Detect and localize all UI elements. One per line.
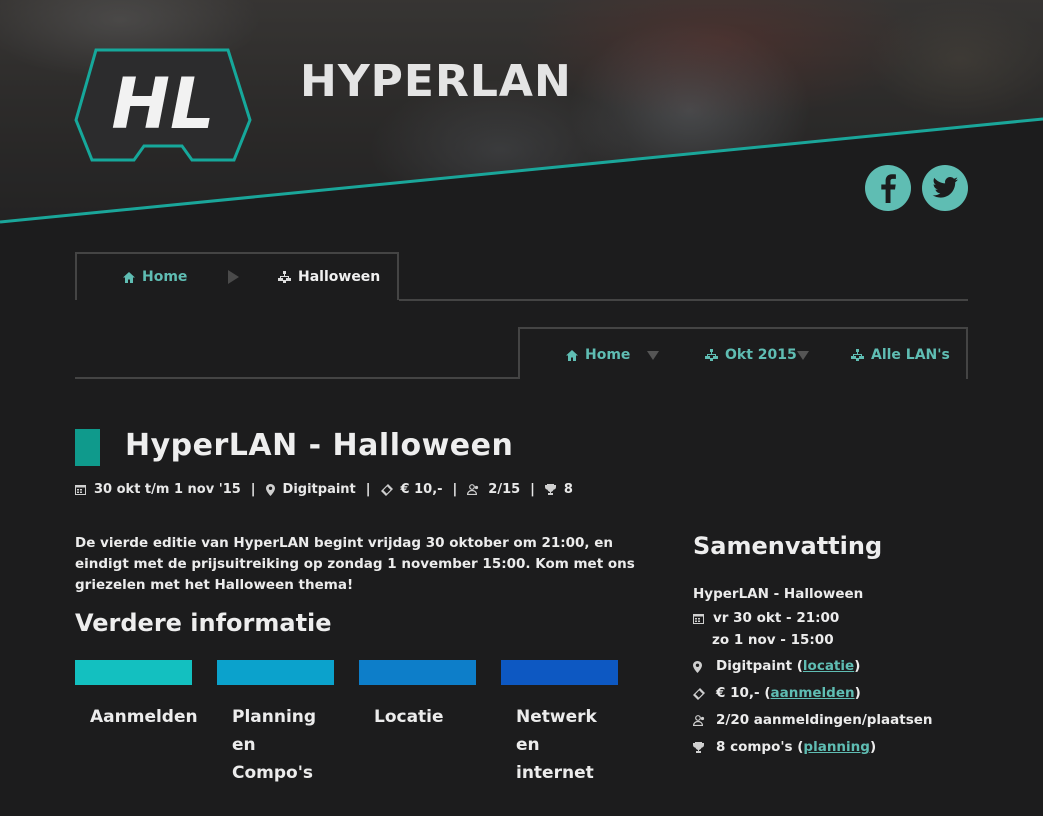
tile-color-bar [217, 660, 334, 685]
summary-heading: Samenvatting [693, 532, 883, 560]
nav-all-lans[interactable]: Alle LAN's [851, 347, 950, 363]
nav-underline [75, 377, 519, 379]
nav-month[interactable]: Okt 2015 [705, 347, 797, 363]
calendar-icon [693, 614, 704, 624]
svg-text:HL: HL [111, 63, 214, 145]
hl-logo[interactable]: HL [74, 48, 252, 164]
calendar-icon [75, 485, 86, 495]
nav-home[interactable]: Home [566, 347, 630, 363]
chevron-down-icon[interactable] [797, 351, 809, 360]
trophy-icon [693, 742, 704, 753]
facebook-icon[interactable] [865, 165, 911, 211]
sitemap-icon [278, 271, 291, 283]
event-attendees: 2/15 [488, 482, 521, 497]
tile-locatie[interactable]: Locatie [359, 660, 476, 731]
event-compos: 8 [563, 482, 573, 497]
event-dates: 30 okt t/m 1 nov '15 [94, 482, 241, 497]
tile-planning[interactable]: Planning en Compo's [217, 660, 334, 787]
sitemap-icon [705, 349, 718, 361]
ticket-icon [380, 483, 393, 496]
ticket-icon [693, 688, 705, 700]
register-link[interactable]: aanmelden [771, 685, 855, 701]
breadcrumb-current: Halloween [278, 269, 380, 285]
breadcrumb-separator-icon [228, 270, 239, 284]
tile-aanmelden[interactable]: Aanmelden [75, 660, 198, 731]
tile-netwerk[interactable]: Netwerk en internet [501, 660, 618, 787]
twitter-icon[interactable] [922, 165, 968, 211]
event-description: De vierde editie van HyperLAN begint vri… [75, 535, 635, 593]
page-title: HyperLAN - Halloween [125, 428, 514, 463]
breadcrumb-underline [399, 299, 968, 301]
tile-color-bar [501, 660, 618, 685]
trophy-icon [544, 484, 556, 495]
chevron-down-icon[interactable] [647, 351, 659, 360]
title-accent-bar [75, 429, 100, 466]
tile-color-bar [75, 660, 192, 685]
map-marker-icon [265, 483, 275, 496]
summary-event-name: HyperLAN - Halloween [693, 586, 864, 602]
map-marker-icon [693, 661, 702, 673]
users-icon [467, 484, 479, 495]
sitemap-icon [851, 349, 864, 361]
home-icon [123, 271, 135, 283]
home-icon [566, 349, 578, 361]
brand-name[interactable]: HYPERLAN [300, 56, 572, 107]
tile-color-bar [359, 660, 476, 685]
more-info-heading: Verdere informatie [75, 609, 332, 637]
location-link[interactable]: locatie [803, 658, 854, 674]
summary-panel: Samenvatting HyperLAN - Halloween vr 30 … [693, 532, 993, 755]
tile-label: Aanmelden [90, 707, 198, 727]
event-nav: Home Okt 2015 Alle LAN's [518, 327, 968, 379]
breadcrumb: Home Halloween [75, 252, 399, 300]
event-price: € 10,- [400, 482, 443, 497]
event-location: Digitpaint [282, 482, 356, 497]
tile-label: Locatie [374, 707, 444, 727]
planning-link[interactable]: planning [803, 739, 870, 755]
event-meta: 30 okt t/m 1 nov '15 | Digitpaint | € 10… [75, 482, 573, 497]
breadcrumb-home[interactable]: Home [123, 269, 187, 285]
tile-label: Planning en Compo's [232, 707, 317, 783]
tile-label: Netwerk en internet [516, 707, 597, 783]
users-icon [693, 715, 705, 726]
